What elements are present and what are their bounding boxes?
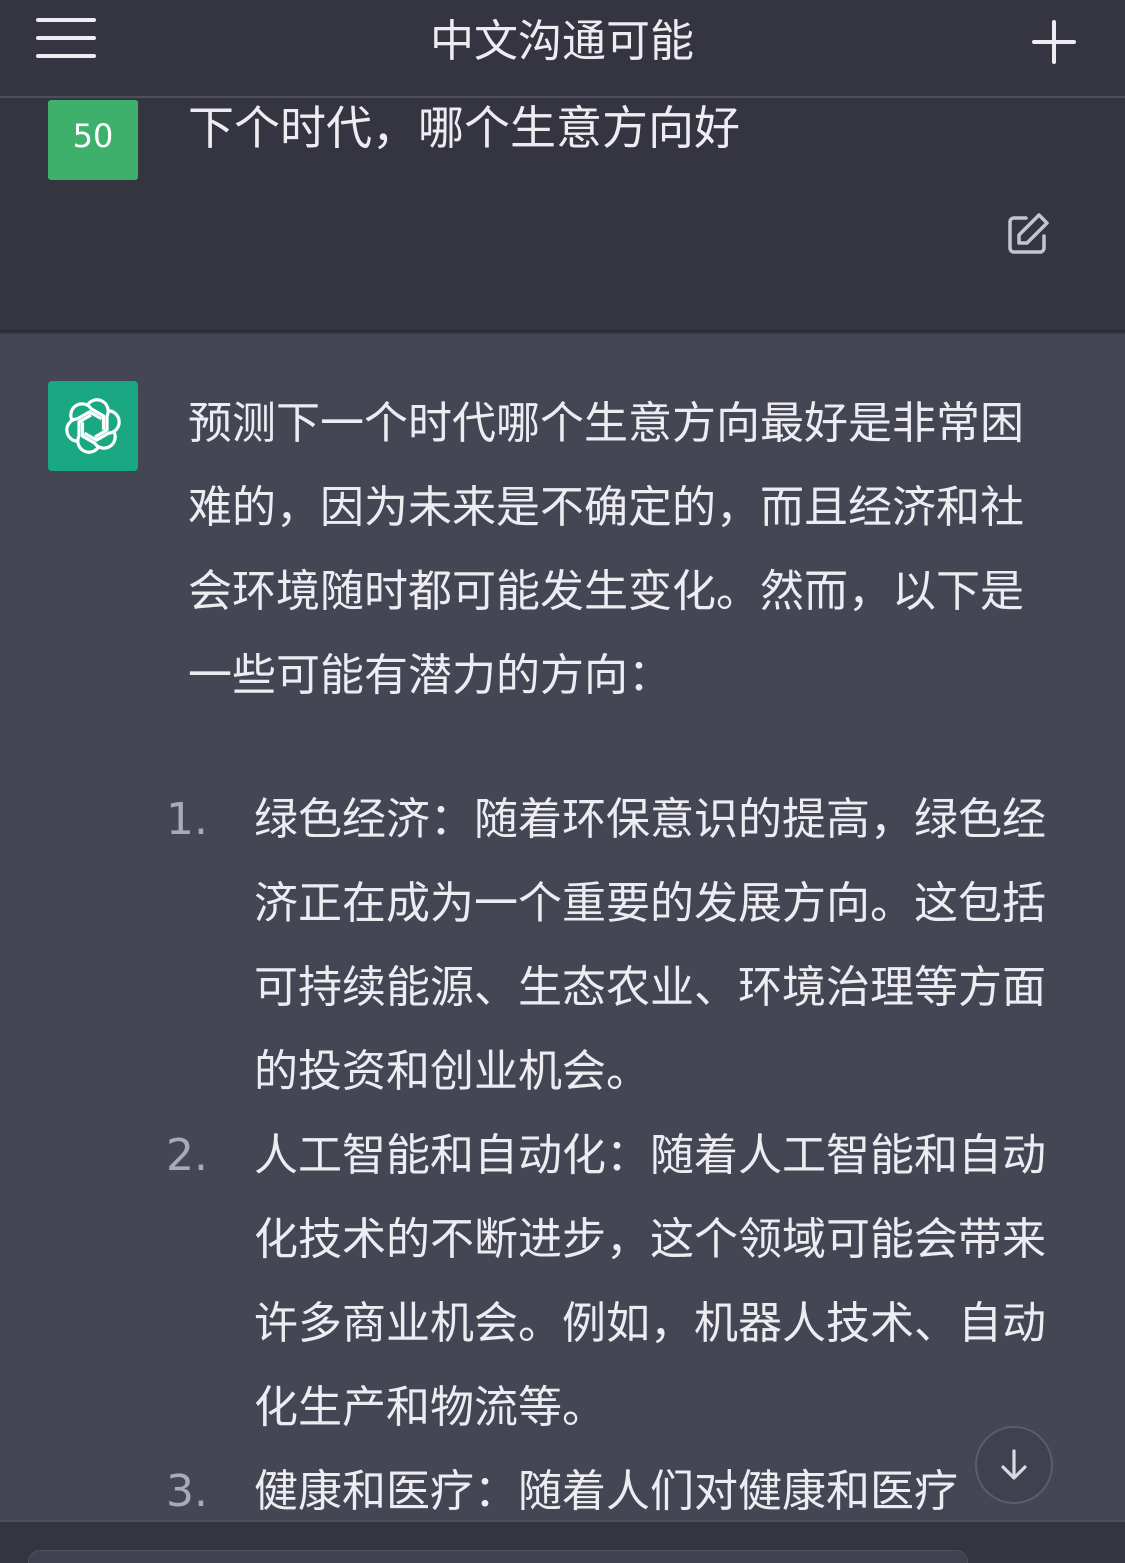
list-item-text: 人工智能和自动化：随着人工智能和自动化技术的不断进步，这个领域可能会带来许多商业… — [254, 1130, 1046, 1433]
user-message: 50 下个时代，哪个生意方向好 — [0, 100, 1125, 332]
list-item-text: 绿色经济：随着环保意识的提高，绿色经济正在成为一个重要的发展方向。这包括可持续能… — [254, 794, 1046, 1097]
user-avatar: 50 — [48, 100, 138, 180]
bottom-bar — [0, 1520, 1125, 1563]
page-title: 中文沟通可能 — [430, 16, 694, 67]
chat-app: 中文沟通可能 50 下个时代，哪个生意方向好 预测下一个时代哪个生意方向最好是非… — [0, 0, 1125, 1563]
plus-icon[interactable] — [1030, 18, 1078, 66]
list-item-number: 2. — [166, 1130, 208, 1181]
arrow-down-icon[interactable] — [975, 1426, 1053, 1504]
assistant-intro-text: 预测下一个时代哪个生意方向最好是非常困难的，因为未来是不确定的，而且经济和社会环… — [188, 398, 1024, 701]
openai-logo-icon — [48, 381, 138, 471]
assistant-message: 预测下一个时代哪个生意方向最好是非常困难的，因为未来是不确定的，而且经济和社会环… — [0, 334, 1125, 1520]
list-item: 2. 人工智能和自动化：随着人工智能和自动化技术的不断进步，这个领域可能会带来许… — [166, 1114, 1066, 1450]
assistant-intro: 预测下一个时代哪个生意方向最好是非常困难的，因为未来是不确定的，而且经济和社会环… — [188, 382, 1058, 718]
top-bar: 中文沟通可能 — [0, 0, 1125, 98]
edit-icon[interactable] — [1004, 210, 1052, 258]
hamburger-menu-icon[interactable] — [36, 14, 96, 62]
list-item-number: 1. — [166, 794, 208, 845]
list-item: 1. 绿色经济：随着环保意识的提高，绿色经济正在成为一个重要的发展方向。这包括可… — [166, 778, 1066, 1114]
message-input[interactable] — [28, 1550, 968, 1563]
user-message-text: 下个时代，哪个生意方向好 — [188, 101, 740, 155]
answer-list: 1. 绿色经济：随着环保意识的提高，绿色经济正在成为一个重要的发展方向。这包括可… — [166, 778, 1066, 1534]
